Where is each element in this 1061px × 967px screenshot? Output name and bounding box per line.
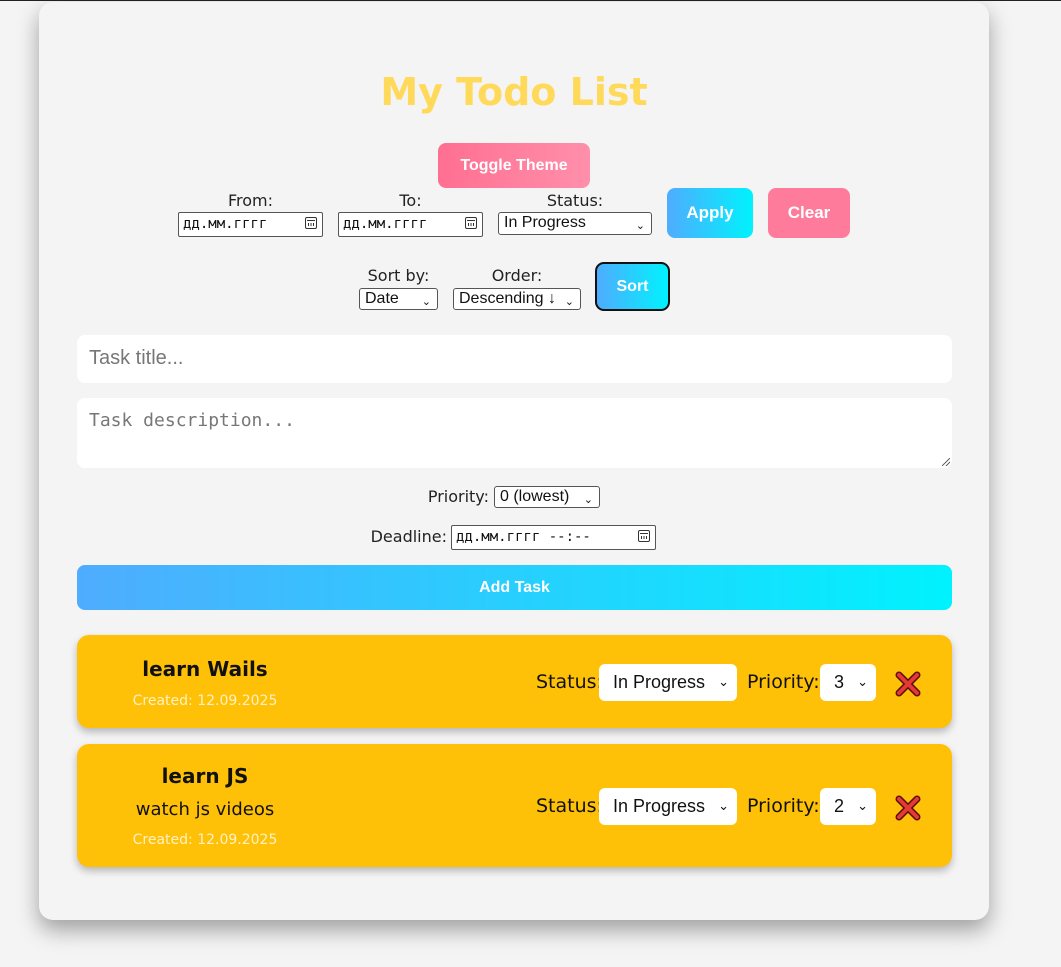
- task-title: learn Wails: [142, 657, 268, 681]
- from-date-input[interactable]: дд.мм.гггг: [178, 212, 323, 237]
- sort-by-label: Sort by:: [367, 266, 430, 285]
- close-x-icon[interactable]: [894, 794, 922, 822]
- deadline-placeholder: дд.мм.гггг --:--: [456, 529, 591, 545]
- window-top-border: [0, 0, 1061, 1]
- task-priority-value: 2: [834, 796, 845, 816]
- chevron-down-icon: ⌄: [635, 219, 645, 232]
- add-task-button[interactable]: Add Task: [77, 565, 952, 610]
- priority-value: 0 (lowest): [500, 488, 570, 505]
- apply-filter-button[interactable]: Apply: [667, 188, 753, 238]
- to-date-input[interactable]: дд.мм.гггг: [338, 212, 483, 237]
- todo-app-card: My Todo List Toggle Theme From: дд.мм.гг…: [39, 2, 989, 920]
- priority-label: Priority:: [427, 487, 489, 506]
- deadline-input[interactable]: дд.мм.гггг --:--: [451, 525, 656, 550]
- status-filter-value: In Progress: [504, 214, 586, 231]
- from-label: From:: [227, 191, 274, 210]
- close-x-icon[interactable]: [894, 670, 922, 698]
- task-priority-select[interactable]: 3 ⌄: [820, 664, 876, 701]
- order-value: Descending ↓: [459, 290, 556, 307]
- resize-handle[interactable]: [942, 458, 950, 466]
- priority-select[interactable]: 0 (lowest) ⌄: [494, 486, 600, 508]
- task-item: learn JS watch js videos Created: 12.09.…: [77, 744, 952, 867]
- task-status-label: Status:: [536, 671, 603, 693]
- sort-by-value: Date: [365, 290, 399, 307]
- chevron-down-icon: ⌄: [718, 675, 729, 690]
- to-label: To:: [399, 191, 422, 210]
- task-status-value: In Progress: [613, 672, 706, 692]
- task-status-value: In Progress: [613, 796, 706, 816]
- order-select[interactable]: Descending ↓ ⌄: [453, 288, 581, 310]
- chevron-down-icon: ⌄: [857, 675, 868, 690]
- calendar-icon[interactable]: [465, 217, 477, 229]
- task-status-select[interactable]: In Progress ⌄: [599, 664, 737, 701]
- task-description-textarea[interactable]: Task description...: [77, 398, 952, 468]
- page-title: My Todo List: [380, 70, 648, 114]
- chevron-down-icon: ⌄: [421, 295, 431, 308]
- task-created-date: Created: 12.09.2025: [132, 832, 278, 848]
- task-priority-label: Priority:: [747, 671, 820, 693]
- clear-filter-button[interactable]: Clear: [768, 188, 850, 238]
- deadline-label: Deadline:: [370, 527, 447, 546]
- task-priority-select[interactable]: 2 ⌄: [820, 788, 876, 825]
- from-date-placeholder: дд.мм.гггг: [183, 216, 268, 232]
- status-filter-label: Status:: [546, 191, 604, 210]
- task-title: learn JS: [161, 764, 249, 788]
- calendar-icon[interactable]: [638, 530, 650, 542]
- task-description: watch js videos: [135, 799, 275, 820]
- chevron-down-icon: ⌄: [583, 493, 593, 506]
- status-filter-select[interactable]: In Progress ⌄: [498, 212, 652, 235]
- toggle-theme-button[interactable]: Toggle Theme: [438, 143, 590, 188]
- order-label: Order:: [491, 266, 543, 285]
- task-created-date: Created: 12.09.2025: [132, 693, 278, 709]
- to-date-placeholder: дд.мм.гггг: [343, 216, 428, 232]
- chevron-down-icon: ⌄: [564, 295, 574, 308]
- task-title-input[interactable]: Task title...: [77, 335, 952, 383]
- chevron-down-icon: ⌄: [718, 799, 729, 814]
- sort-button[interactable]: Sort: [595, 262, 670, 311]
- task-priority-value: 3: [834, 672, 845, 692]
- chevron-down-icon: ⌄: [857, 799, 868, 814]
- sort-by-select[interactable]: Date ⌄: [359, 288, 438, 310]
- calendar-icon[interactable]: [305, 217, 317, 229]
- task-priority-label: Priority:: [747, 795, 820, 817]
- task-item: learn Wails Created: 12.09.2025 Status: …: [77, 635, 952, 728]
- task-status-select[interactable]: In Progress ⌄: [599, 788, 737, 825]
- task-description-placeholder: Task description...: [89, 410, 295, 431]
- task-status-label: Status:: [536, 795, 603, 817]
